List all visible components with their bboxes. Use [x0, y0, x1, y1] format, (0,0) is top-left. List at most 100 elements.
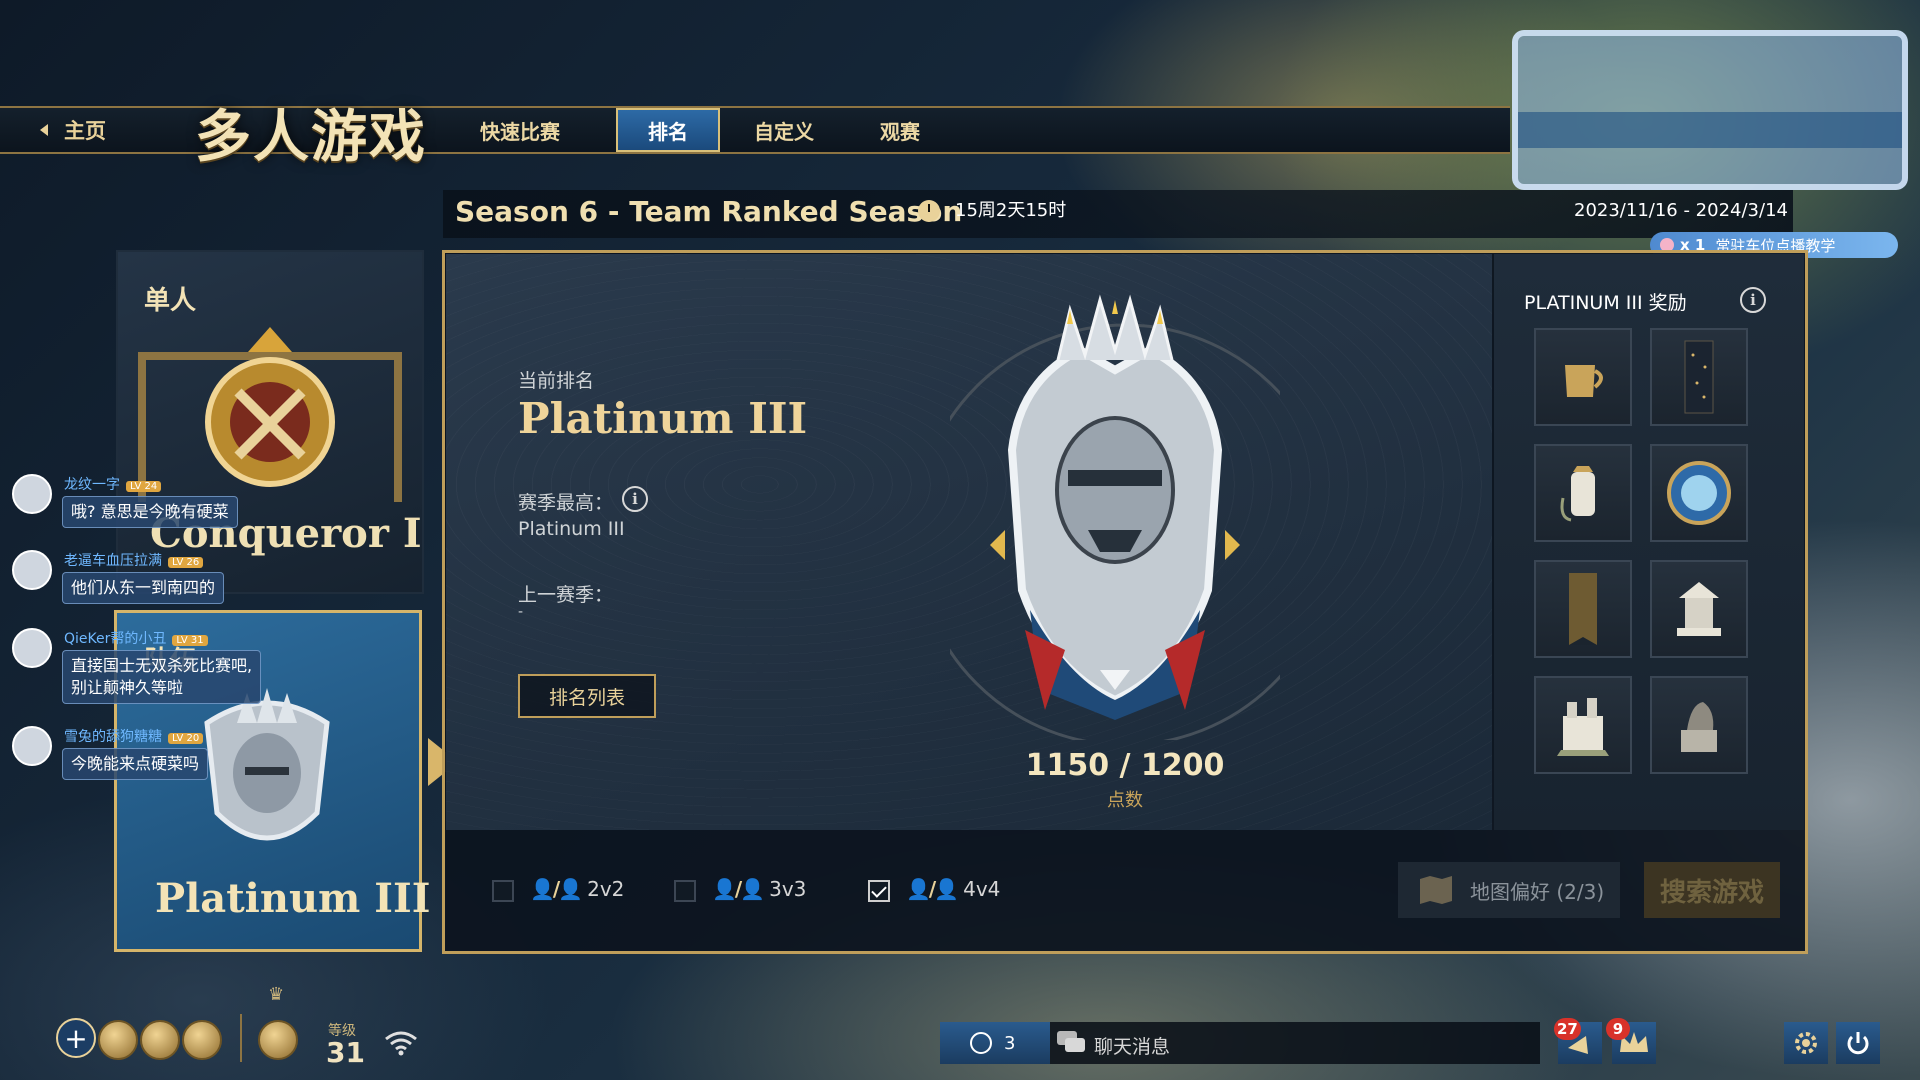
gold-banner-icon: [1569, 573, 1597, 645]
reward-portrait[interactable]: [1650, 444, 1748, 542]
reward-gold-banner[interactable]: [1534, 560, 1632, 658]
mode-name: 4v4: [963, 877, 1001, 901]
chat-message: 他们从东一到南四的: [62, 572, 225, 604]
chat-message: 哦? 意思是今晚有硬菜: [62, 496, 238, 528]
team-figures-icon: 👤/👤: [712, 877, 765, 901]
friends-button[interactable]: 3: [940, 1022, 1050, 1064]
power-icon: [1847, 1032, 1869, 1055]
team-ladder-rank: Platinum III: [155, 875, 431, 922]
current-rank-label: 当前排名: [518, 370, 595, 392]
map-icon: [1420, 876, 1452, 904]
home-label: 主页: [64, 119, 106, 143]
season-best-info-icon[interactable]: i: [622, 486, 648, 512]
tab-label: 自定义: [754, 119, 814, 144]
level-badge: LV 24: [126, 481, 162, 492]
lantern-icon: [1560, 466, 1595, 522]
level-badge: LV 31: [172, 635, 208, 646]
power-button[interactable]: [1836, 1022, 1880, 1064]
chat-user-name: QieKer帮的小丑: [64, 631, 167, 647]
chat-placeholder: 聊天消息: [1094, 1036, 1171, 1058]
chat-user-name: 老逼车血压拉满: [64, 553, 162, 569]
back-arrow-icon: [40, 124, 48, 136]
wifi-icon: [385, 1031, 417, 1056]
map-preference-label: 地图偏好 (2/3): [1470, 879, 1605, 904]
chat-user: QieKer帮的小丑 LV 31: [64, 628, 208, 648]
tab-spectate[interactable]: 观赛: [850, 108, 950, 152]
rewards-title: PLATINUM III 奖励: [1524, 292, 1687, 314]
current-rank: Platinum III: [518, 394, 808, 443]
chat-user: 雪兔的舔狗糖糖 LV 20: [64, 726, 204, 746]
tab-custom[interactable]: 自定义: [728, 108, 840, 152]
tab-quick-match[interactable]: 快速比赛: [440, 108, 600, 152]
team-figures-icon: 👤/👤: [906, 877, 959, 901]
divider: [240, 1014, 242, 1062]
reward-monument[interactable]: [1650, 560, 1748, 658]
chat-user: 老逼车血压拉满 LV 26: [64, 550, 204, 570]
chat-message: 今晚能来点硬菜吗: [62, 748, 209, 780]
notification-badge: 27: [1554, 1018, 1581, 1040]
tab-label: 观赛: [880, 119, 920, 144]
mode-3v3-checkbox[interactable]: [674, 880, 696, 902]
mode-4v4-checkbox[interactable]: [868, 880, 890, 902]
reward-lantern[interactable]: [1534, 444, 1632, 542]
map-preference-button[interactable]: 地图偏好 (2/3): [1398, 862, 1620, 918]
player-level: 31: [326, 1036, 365, 1069]
rewards-badge: 9: [1606, 1018, 1630, 1040]
mode-2v2-checkbox[interactable]: [492, 880, 514, 902]
mode-name: 3v3: [769, 877, 807, 901]
avatar: [12, 628, 52, 668]
level-badge: LV 26: [168, 557, 204, 568]
rank-points: 1150 / 1200: [1025, 748, 1225, 783]
tab-ranked[interactable]: 排名: [616, 108, 720, 152]
mode-name: 2v2: [587, 877, 625, 901]
avatar: [12, 474, 52, 514]
avatar: [12, 550, 52, 590]
level-badge: LV 20: [168, 733, 204, 744]
season-dates: 2023/11/16 - 2024/3/14: [1574, 200, 1788, 221]
clock-icon: [918, 200, 940, 222]
statue-icon: [1681, 702, 1717, 752]
season-title: Season 6 - Team Ranked Season: [455, 195, 963, 228]
rewards-info-icon[interactable]: i: [1740, 287, 1766, 313]
season-best-rank: Platinum III: [518, 518, 625, 540]
mug-icon: [1565, 365, 1603, 397]
settings-button[interactable]: [1784, 1022, 1828, 1064]
currency-coin-icon: [182, 1020, 222, 1060]
chat-user-name: 雪兔的舔狗糖糖: [64, 729, 162, 745]
search-game-button[interactable]: 搜索游戏: [1644, 862, 1780, 918]
season-countdown: 15周2天15时: [955, 200, 1067, 221]
add-resource-button[interactable]: +: [56, 1018, 96, 1058]
castle-icon: [1557, 698, 1609, 756]
season-best-label: 赛季最高：: [518, 492, 614, 514]
starry-banner-icon: [1684, 340, 1714, 414]
gear-icon: [1795, 1032, 1817, 1054]
reward-castle[interactable]: [1534, 676, 1632, 774]
profile-emblem-icon[interactable]: [258, 1020, 298, 1060]
prev-season-rank: -: [518, 604, 524, 620]
solo-ladder-label: 单人: [144, 286, 197, 316]
chat-bubble-icon: [1057, 1031, 1085, 1052]
portrait-icon: [1667, 461, 1731, 525]
stream-overlay-frame: [1512, 30, 1908, 190]
friends-icon: [970, 1032, 992, 1054]
mode-4v4-label: 👤/👤 4v4: [906, 877, 1000, 901]
rank-points-label: 点数: [1107, 790, 1143, 811]
page-title: 多人游戏: [195, 104, 427, 170]
leaderboard-button[interactable]: 排名列表: [518, 674, 656, 718]
reward-starry-banner[interactable]: [1650, 328, 1748, 426]
avatar: [12, 726, 52, 766]
home-button[interactable]: 主页: [0, 108, 150, 152]
mode-2v2-label: 👤/👤 2v2: [530, 877, 624, 901]
crown-icon: ♛: [268, 984, 285, 1005]
mode-3v3-label: 👤/👤 3v3: [712, 877, 806, 901]
platinum-rank-emblem-icon: [950, 294, 1280, 740]
currency-coin-icon: [98, 1020, 138, 1060]
reward-mug[interactable]: [1534, 328, 1632, 426]
chat-message: 直接国士无双杀死比赛吧, 别让颠神久等啦: [62, 650, 262, 704]
prev-season-label: 上一赛季：: [518, 584, 614, 606]
reward-statue[interactable]: [1650, 676, 1748, 774]
monument-icon: [1677, 582, 1721, 636]
team-figures-icon: 👤/👤: [530, 877, 583, 901]
chat-user-name: 龙纹一字: [64, 477, 120, 493]
currency-coin-icon: [140, 1020, 180, 1060]
